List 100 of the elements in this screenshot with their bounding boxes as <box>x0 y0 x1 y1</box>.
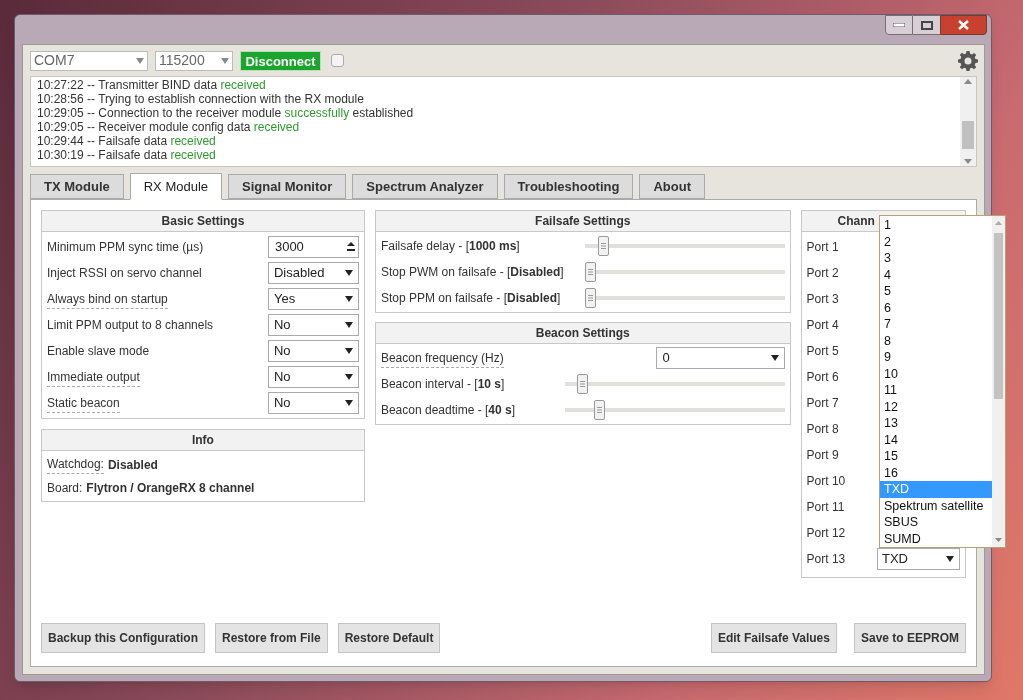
maximize-button[interactable] <box>913 15 940 35</box>
slider-thumb[interactable] <box>593 400 605 420</box>
dropdown-option[interactable]: 6 <box>880 299 992 316</box>
slider-track[interactable] <box>564 397 785 423</box>
setting-label: Beacon interval - [10 s] <box>380 376 505 393</box>
setting-label: Immediate output <box>47 367 140 387</box>
tab[interactable]: RX Module <box>129 173 223 200</box>
dropdown-option[interactable]: 10 <box>880 365 992 382</box>
caret-icon <box>344 322 353 328</box>
slider-thumb[interactable] <box>584 288 596 308</box>
dropdown-option[interactable]: 11 <box>880 382 992 399</box>
select-field[interactable]: Disabled <box>267 262 359 284</box>
action-button[interactable]: Edit Failsafe Values <box>710 623 837 653</box>
caret-icon <box>344 348 353 354</box>
port-label: Port 13 <box>806 551 846 568</box>
panel-header: Basic Settings <box>42 211 364 232</box>
scrollbar[interactable] <box>960 77 976 166</box>
dropdown-option[interactable]: 4 <box>880 266 992 283</box>
dropdown-option[interactable]: 14 <box>880 431 992 448</box>
dropdown-option[interactable]: 7 <box>880 316 992 333</box>
log-line: 10:30:19 -- Failsafe data received <box>37 148 217 162</box>
scrollbar-thumb[interactable] <box>994 233 1003 399</box>
port-label: Port 4 <box>806 317 839 334</box>
tab[interactable]: Signal Monitor <box>228 174 347 199</box>
panel-header: Info <box>42 430 364 451</box>
info-value: Disabled <box>107 456 158 474</box>
tab[interactable]: About <box>639 174 705 199</box>
dropdown-option[interactable]: Spektrum satellite <box>880 497 992 514</box>
select-field[interactable]: No <box>267 314 359 336</box>
dropdown-option[interactable]: SBUS <box>880 514 992 531</box>
slider-track[interactable] <box>564 371 785 397</box>
grip-icon <box>587 269 593 275</box>
dropdown-option[interactable]: 3 <box>880 250 992 267</box>
select-field[interactable]: No <box>267 392 359 414</box>
action-button[interactable]: Restore Default <box>337 623 441 653</box>
slider-track[interactable] <box>584 233 785 259</box>
panel-header: Failsafe Settings <box>375 211 790 232</box>
select-field[interactable]: 0 <box>655 347 785 369</box>
port-label: Port 1 <box>806 239 839 256</box>
port-select[interactable]: COM7 <box>30 50 148 71</box>
dropdown-option[interactable]: 8 <box>880 332 992 349</box>
dropdown-option[interactable]: 2 <box>880 233 992 250</box>
tab[interactable]: TX Module <box>30 174 124 199</box>
port-label: Port 5 <box>806 343 839 360</box>
select-field[interactable]: No <box>267 340 359 362</box>
port-label: Port 10 <box>806 473 846 490</box>
scroll-down-icon[interactable] <box>964 159 972 164</box>
action-button[interactable]: Restore from File <box>215 623 328 653</box>
caret-icon <box>946 556 954 562</box>
number-field[interactable]: 3000 <box>267 236 359 258</box>
grip-icon <box>596 407 602 413</box>
dropdown-option[interactable]: SUMD <box>880 530 992 547</box>
log-line: 10:29:05 -- Receiver module config data received <box>37 120 301 134</box>
info-value: Flytron / OrangeRX 8 channel <box>86 480 255 497</box>
select-field[interactable]: Yes <box>267 288 359 310</box>
dropdown-option[interactable]: 15 <box>880 448 992 465</box>
scroll-up-icon[interactable] <box>964 79 972 84</box>
dropdown-option[interactable]: 12 <box>880 398 992 415</box>
scroll-down-icon[interactable] <box>995 538 1002 542</box>
setting-label: Minimum PPM sync time (µs) <box>47 239 204 256</box>
scrollbar[interactable] <box>992 216 1005 547</box>
log-line: 10:27:22 -- Transmitter BIND data received <box>37 78 267 92</box>
dropdown-option[interactable]: 13 <box>880 415 992 432</box>
slider-thumb[interactable] <box>584 262 596 282</box>
scrollbar-thumb[interactable] <box>962 121 974 149</box>
port-label: Port 9 <box>806 447 839 464</box>
caret-icon <box>136 57 144 64</box>
action-button[interactable]: Save to EEPROM <box>853 623 966 653</box>
action-button[interactable]: Backup this Configuration <box>41 623 205 653</box>
checkbox[interactable] <box>331 54 344 67</box>
caret-icon <box>344 400 353 406</box>
slider-track[interactable] <box>584 285 785 311</box>
dropdown-option[interactable]: 9 <box>880 349 992 366</box>
grip-icon <box>580 381 586 387</box>
select-field[interactable]: TXD <box>877 548 960 570</box>
caret-icon <box>344 374 353 380</box>
setting-label: Inject RSSI on servo channel <box>47 265 202 282</box>
port-label: Port 11 <box>806 499 845 516</box>
slider-thumb[interactable] <box>577 374 589 394</box>
slider-thumb[interactable] <box>597 236 609 256</box>
caret-icon <box>344 296 353 302</box>
slider-track[interactable] <box>584 259 785 285</box>
caret-icon <box>344 270 353 276</box>
baud-select[interactable]: 115200 <box>155 50 233 71</box>
spinner-icon[interactable] <box>346 241 355 253</box>
close-icon <box>958 20 969 30</box>
scroll-up-icon[interactable] <box>995 221 1002 225</box>
setting-label: Enable slave mode <box>47 343 150 360</box>
minimize-button[interactable] <box>885 15 913 35</box>
port-label: Port 6 <box>806 369 839 386</box>
dropdown-option[interactable]: 5 <box>880 283 992 300</box>
settings-icon[interactable] <box>958 51 978 71</box>
setting-label: Beacon frequency (Hz) <box>380 348 504 368</box>
dropdown-option[interactable]: 16 <box>880 464 992 481</box>
log-line: 10:28:56 -- Trying to establish connection with the RX module <box>37 92 365 106</box>
panel-header: Beacon Settings <box>375 323 790 344</box>
tab[interactable]: Spectrum Analyzer <box>352 174 498 199</box>
close-button[interactable] <box>940 15 987 35</box>
tab[interactable]: Troubleshooting <box>503 174 634 199</box>
select-field[interactable]: No <box>267 366 359 388</box>
